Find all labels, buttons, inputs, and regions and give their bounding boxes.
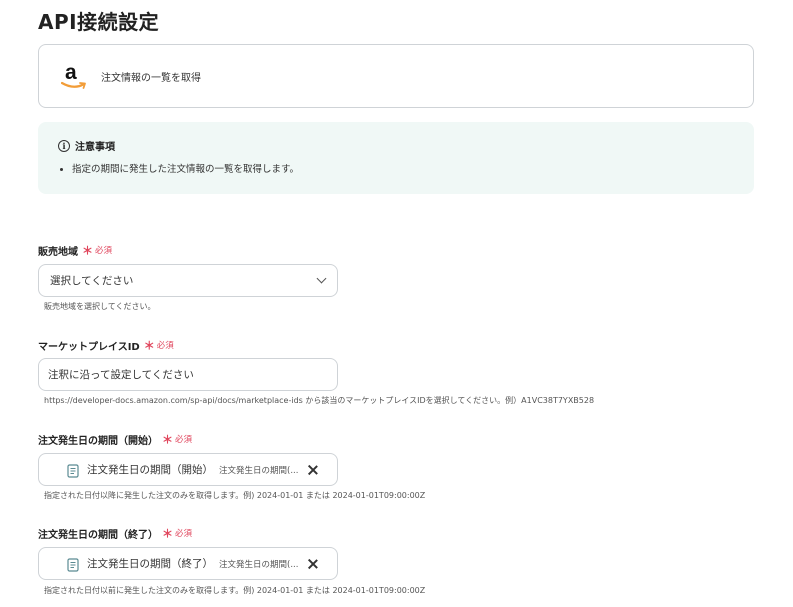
marketplace-id-input[interactable] (38, 358, 338, 391)
region-select-value: 選択してください (50, 275, 134, 287)
document-icon (67, 557, 79, 572)
region-select[interactable]: 選択してください (38, 264, 338, 297)
end-date-token-value: 注文発生日の期間(... (219, 559, 299, 570)
end-date-help: 指定された日付以前に発生した注文のみを取得します。例) 2024-01-01 ま… (44, 586, 426, 595)
region-label-text: 販売地域 (38, 246, 78, 258)
document-icon (67, 463, 79, 478)
required-text: 必須 (175, 435, 193, 445)
required-asterisk: ＊ (162, 433, 173, 446)
action-name: 注文情報の一覧を取得 (101, 72, 201, 84)
marketplace-help: https://developer-docs.amazon.com/sp-api… (44, 396, 595, 405)
start-date-token-label: 注文発生日の期間（開始） (87, 464, 213, 476)
amazon-logo-icon: a (59, 61, 89, 91)
page-title: API接続設定 (38, 10, 160, 34)
end-date-token-label: 注文発生日の期間（終了） (87, 558, 213, 570)
required-asterisk: ＊ (162, 527, 173, 540)
required-text: 必須 (156, 341, 174, 351)
required-asterisk: ＊ (143, 339, 155, 352)
info-icon: i (58, 139, 70, 152)
end-date-label: 注文発生日の期間（終了） ＊ 必須 (38, 525, 192, 541)
start-date-label-text: 注文発生日の期間（開始） (38, 435, 158, 447)
region-label: 販売地域 ＊ 必須 (38, 242, 112, 258)
end-date-field[interactable]: 注文発生日の期間（終了） 注文発生日の期間(... (38, 547, 338, 580)
start-date-field[interactable]: 注文発生日の期間（開始） 注文発生日の期間(... (38, 453, 338, 486)
notice-box: i 注意事項 指定の期間に発生した注文情報の一覧を取得します。 (38, 122, 754, 194)
marketplace-label: マーケットプレイスID ＊ 必須 (38, 337, 174, 353)
required-text: 必須 (95, 246, 113, 256)
close-icon[interactable] (306, 557, 320, 571)
required-text: 必須 (175, 529, 193, 539)
notice-item: 指定の期間に発生した注文情報の一覧を取得します。 (72, 161, 734, 175)
action-card[interactable]: a 注文情報の一覧を取得 (38, 44, 754, 108)
notice-title: 注意事項 (75, 142, 115, 153)
chevron-down-icon (316, 273, 327, 284)
marketplace-label-text: マーケットプレイスID (38, 341, 140, 353)
end-date-label-text: 注文発生日の期間（終了） (38, 529, 158, 541)
close-icon[interactable] (306, 463, 320, 477)
start-date-help: 指定された日付以降に発生した注文のみを取得します。例) 2024-01-01 ま… (44, 491, 426, 500)
region-help: 販売地域を選択してください。 (44, 302, 156, 311)
start-date-label: 注文発生日の期間（開始） ＊ 必須 (38, 431, 192, 447)
notice-header: i 注意事項 (58, 138, 734, 153)
notice-list: 指定の期間に発生した注文情報の一覧を取得します。 (58, 161, 734, 175)
start-date-token-value: 注文発生日の期間(... (219, 465, 299, 476)
required-asterisk: ＊ (82, 244, 93, 257)
